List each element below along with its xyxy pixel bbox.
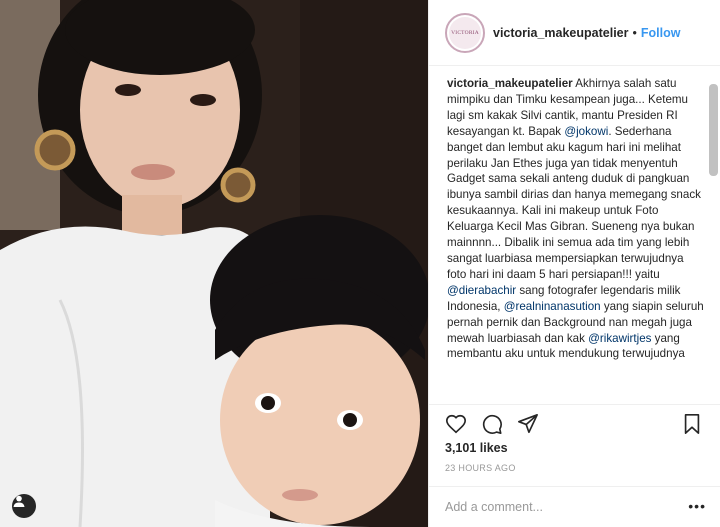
avatar[interactable]: VICTORIA [445,12,485,53]
bookmark-icon[interactable] [681,413,703,435]
post-timestamp: 23 HOURS AGO [445,463,516,473]
caption-part-2: . Sederhana banget dan lembut aku kagum … [447,124,701,281]
post-photo[interactable] [0,0,428,527]
follow-button[interactable]: Follow [641,26,681,40]
more-options-icon[interactable]: ••• [688,498,706,514]
comment-box [429,486,720,527]
comment-input[interactable] [445,500,685,514]
avatar-logo: VICTORIA [449,16,481,49]
user-tag-icon [13,495,25,507]
heart-icon[interactable] [445,413,467,435]
mention-jokowi[interactable]: @jokowi [564,125,608,138]
mention-rikawirtjes[interactable]: @rikawirtjes [588,332,651,345]
caption-area[interactable]: victoria_makeupatelier Akhirnya salah sa… [429,67,720,404]
mention-dierabachir[interactable]: @dierabachir [447,284,516,297]
caption-text: victoria_makeupatelier Akhirnya salah sa… [447,76,705,362]
share-paper-plane-icon[interactable] [517,413,539,435]
photo-illustration [0,0,428,527]
post-details-panel: VICTORIA victoria_makeupatelier • Follow… [428,0,720,527]
post-header: VICTORIA victoria_makeupatelier • Follow [429,0,720,66]
mention-realninanasution[interactable]: @realninanasution [504,300,601,313]
header-separator: • [632,25,637,40]
comment-bubble-icon[interactable] [481,413,503,435]
action-bar [429,404,720,440]
header-username[interactable]: victoria_makeupatelier [493,26,629,40]
caption-username[interactable]: victoria_makeupatelier [447,77,573,90]
caption-scrollbar[interactable] [709,84,718,176]
user-tag-button[interactable] [12,494,36,518]
likes-count[interactable]: 3,101 likes [445,441,508,455]
